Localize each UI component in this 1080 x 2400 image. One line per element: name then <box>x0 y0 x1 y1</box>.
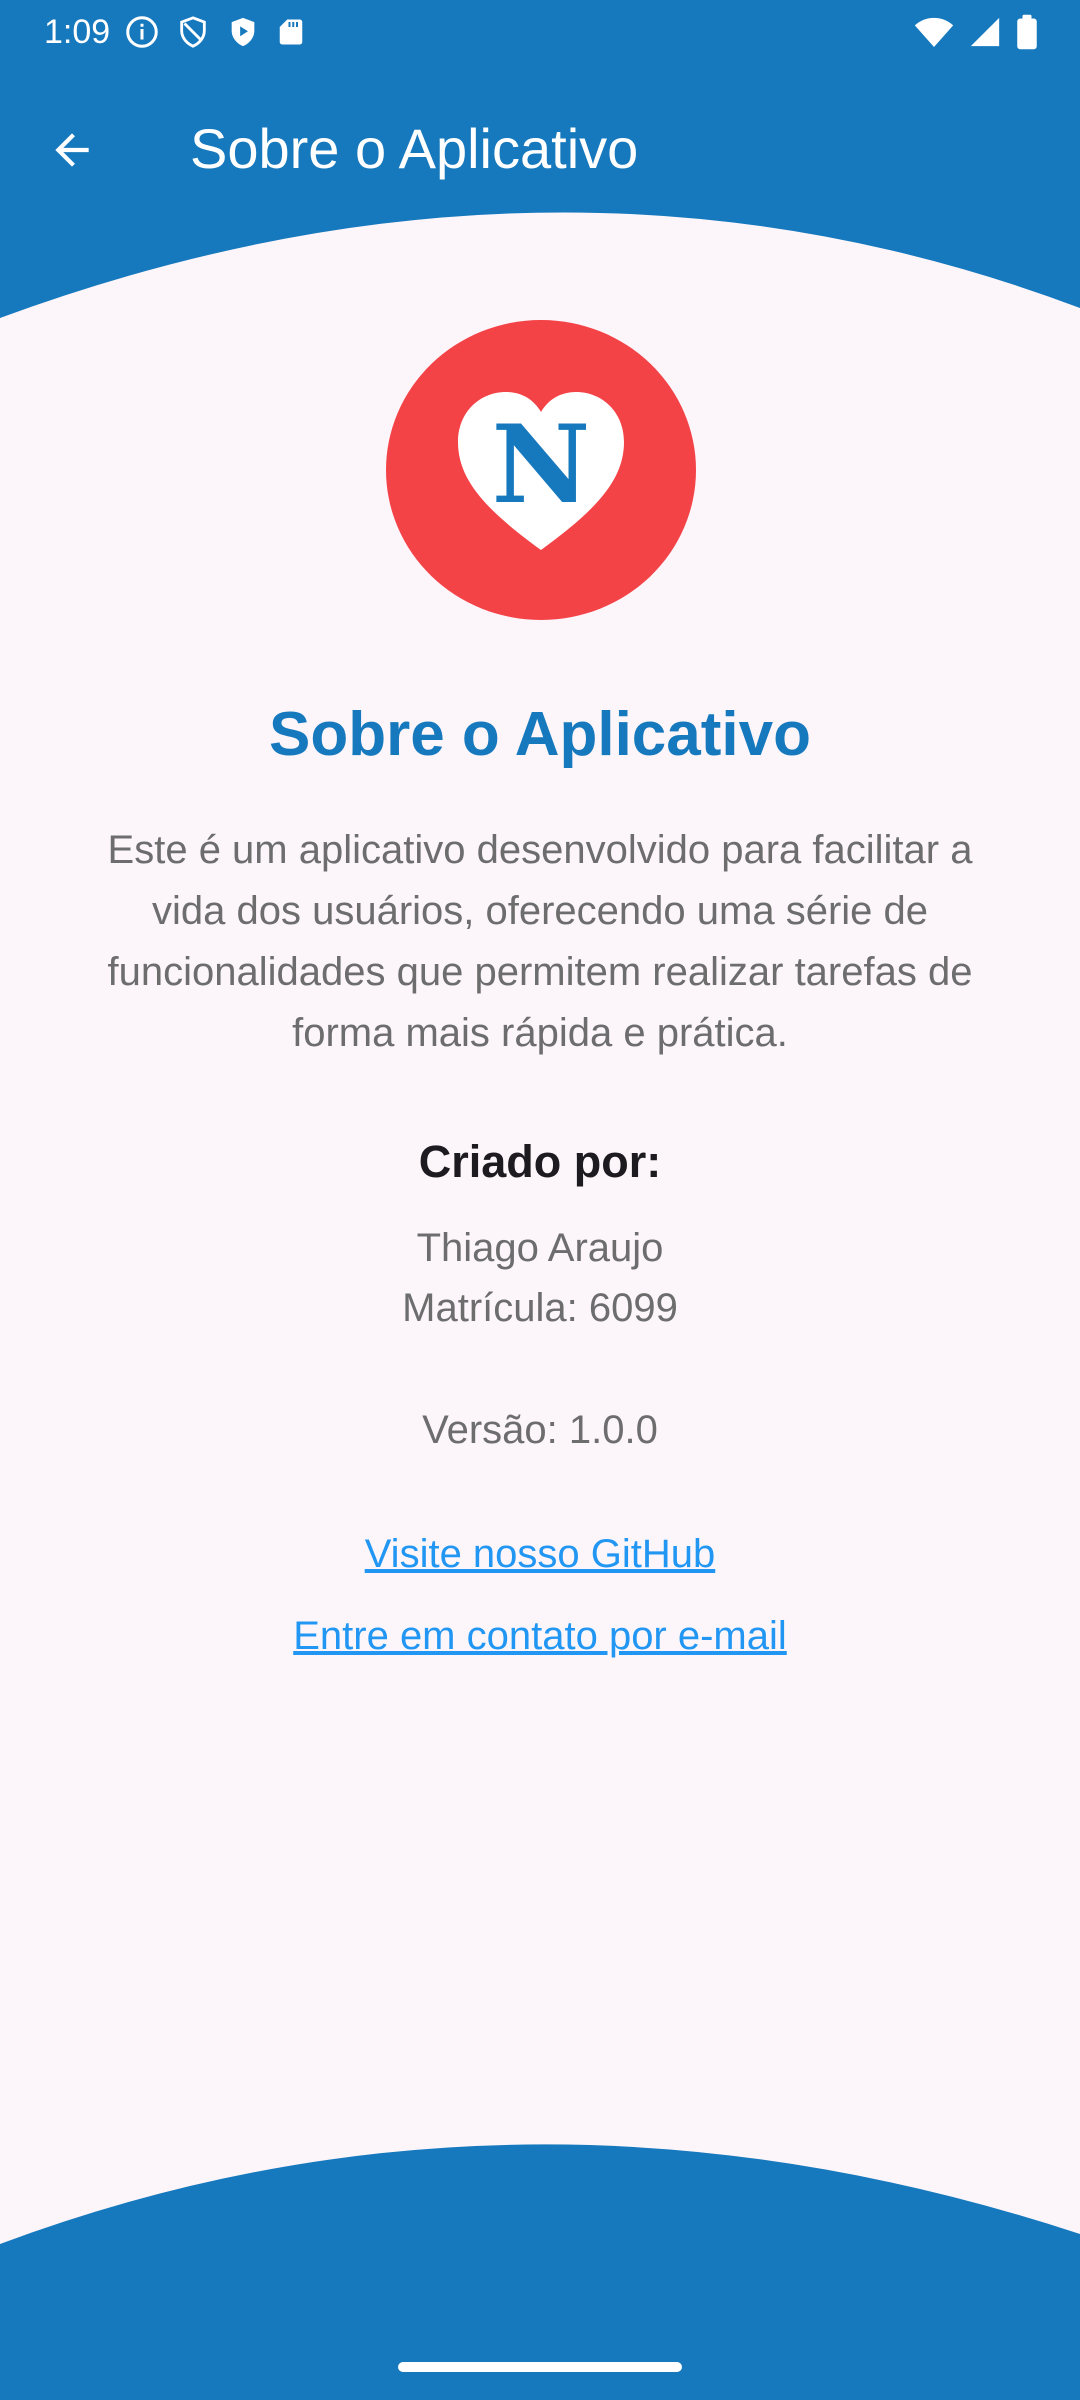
app-version: Versão: 1.0.0 <box>422 1408 658 1452</box>
wifi-icon <box>914 15 954 49</box>
info-icon <box>124 14 160 50</box>
logo-letter: N <box>492 402 591 528</box>
battery-icon <box>1016 14 1038 50</box>
app-logo: N <box>386 320 696 620</box>
bottom-wave-background <box>0 2144 1080 2400</box>
email-contact-link[interactable]: Entre em contato por e-mail <box>0 1606 1080 1666</box>
created-by-label: Criado por: <box>418 1136 662 1187</box>
page-title: Sobre o Aplicativo <box>268 700 811 769</box>
description-line: vida dos usuários, oferecendo uma série … <box>151 889 928 933</box>
back-button[interactable] <box>28 108 116 196</box>
status-time: 1:09 <box>44 13 111 51</box>
arrow-back-icon <box>47 125 97 180</box>
vpn-shield-icon <box>176 14 210 50</box>
home-indicator[interactable] <box>398 2362 682 2372</box>
status-bar: 1:09 <box>0 0 1080 64</box>
play-protect-icon <box>226 14 260 50</box>
status-left-icons <box>124 12 306 52</box>
description-line: forma mais rápida e prática. <box>292 1011 788 1055</box>
author-registration: Matrícula: 6099 <box>402 1286 678 1330</box>
description-line: funcionalidades que permitem realizar ta… <box>107 950 973 994</box>
cellular-signal-icon <box>968 15 1002 49</box>
github-link[interactable]: Visite nosso GitHub <box>0 1524 1080 1584</box>
sd-card-icon <box>276 15 306 49</box>
app-bar: Sobre o Aplicativo <box>0 64 1080 208</box>
heart-logo-icon: N <box>386 320 696 620</box>
app-description: Este é um aplicativo desenvolvido para f… <box>54 820 1026 1064</box>
description-line: Este é um aplicativo desenvolvido para f… <box>107 828 973 872</box>
author-name: Thiago Araujo <box>416 1226 664 1270</box>
status-right-icons <box>914 12 1038 52</box>
app-bar-title: Sobre o Aplicativo <box>190 117 639 180</box>
